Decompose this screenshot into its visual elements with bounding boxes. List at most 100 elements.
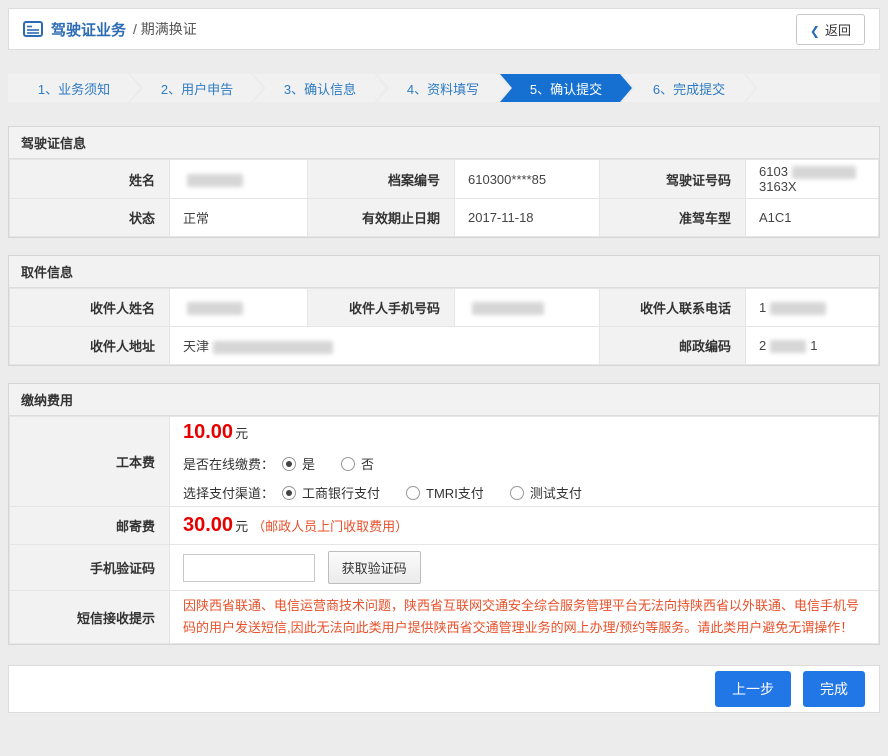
table-row: 邮寄费 30.00元（邮政人员上门收取费用） (10, 507, 879, 545)
sms-code-input[interactable] (183, 554, 315, 582)
postal-code-value: 21 (746, 327, 879, 365)
postage-fee-cell: 30.00元（邮政人员上门收取费用） (170, 507, 879, 545)
recipient-name-value (170, 289, 308, 327)
step-label: 1、业务须知 (38, 79, 110, 98)
sms-code-cell: 获取验证码 (170, 545, 879, 591)
license-no-value: 61033163X (746, 160, 879, 199)
step-label: 3、确认信息 (284, 79, 356, 98)
phone-prefix: 1 (759, 300, 766, 315)
back-button[interactable]: ❮ 返回 (796, 14, 865, 45)
table-row: 收件人姓名 收件人手机号码 收件人联系电话 1 (10, 289, 879, 327)
section-pickup-info: 取件信息 收件人姓名 收件人手机号码 收件人联系电话 1 收件人地址 天津 邮政… (8, 255, 880, 366)
sms-tip-text: 因陕西省联通、电信运营商技术问题，陕西省互联网交通安全综合服务管理平台无法向持陕… (183, 595, 870, 639)
section-title-license: 驾驶证信息 (9, 127, 879, 159)
status-label: 状态 (10, 199, 170, 237)
fees-table: 工本费 10.00元 是否在线缴费： 是 否 选择支付渠道： 工商银行支付 TM… (9, 416, 879, 644)
back-chevron-icon: ❮ (810, 24, 820, 38)
table-row: 手机验证码 获取验证码 (10, 545, 879, 591)
radio-channel-tmri[interactable]: TMRI支付 (406, 483, 484, 502)
yuan-unit: 元 (235, 519, 248, 534)
radio-pay-online-no[interactable]: 否 (341, 454, 374, 473)
step-6-complete-submit[interactable]: 6、完成提交 (623, 74, 755, 102)
table-row: 状态 正常 有效期止日期 2017-11-18 准驾车型 A1C1 (10, 199, 879, 237)
radio-icon (510, 486, 524, 500)
step-wizard: 1、业务须知 2、用户申告 3、确认信息 4、资料填写 5、确认提交 6、完成提… (8, 74, 880, 102)
address-value: 天津 (170, 327, 600, 365)
step-5-confirm-submit[interactable]: 5、确认提交 (500, 74, 632, 102)
table-row: 姓名 档案编号 610300****85 驾驶证号码 61033163X (10, 160, 879, 199)
redacted-license-no (792, 166, 856, 179)
radio-label: 测试支付 (530, 483, 582, 502)
postal-prefix: 2 (759, 338, 766, 353)
radio-channel-test[interactable]: 测试支付 (510, 483, 582, 502)
recipient-mobile-value (455, 289, 600, 327)
step-label: 4、资料填写 (407, 79, 479, 98)
name-label: 姓名 (10, 160, 170, 199)
previous-step-button[interactable]: 上一步 (715, 671, 791, 707)
redacted-recipient-name (187, 302, 243, 315)
recipient-name-label: 收件人姓名 (10, 289, 170, 327)
yuan-unit: 元 (235, 426, 248, 441)
radio-channel-icbc[interactable]: 工商银行支付 (282, 483, 380, 502)
step-4-fill-info[interactable]: 4、资料填写 (377, 74, 509, 102)
pay-channel-row: 选择支付渠道： 工商银行支付 TMRI支付 测试支付 (183, 483, 870, 502)
redacted-postal (770, 340, 806, 353)
step-bar-filler (746, 74, 880, 102)
address-label: 收件人地址 (10, 327, 170, 365)
radio-icon (341, 457, 355, 471)
radio-icon (282, 486, 296, 500)
postal-code-label: 邮政编码 (600, 327, 746, 365)
name-value (170, 160, 308, 199)
section-license-info: 驾驶证信息 姓名 档案编号 610300****85 驾驶证号码 6103316… (8, 126, 880, 238)
redacted-phone (770, 302, 826, 315)
status-value: 正常 (170, 199, 308, 237)
footer-action-bar: 上一步 完成 (8, 665, 880, 713)
radio-label: TMRI支付 (426, 483, 484, 502)
table-row: 工本费 10.00元 是否在线缴费： 是 否 选择支付渠道： 工商银行支付 TM… (10, 417, 879, 507)
postal-suffix: 1 (810, 338, 817, 353)
page: 驾驶证业务 / 期满换证 ❮ 返回 1、业务须知 2、用户申告 3、确认信息 4、… (0, 0, 888, 756)
step-3-confirm-info[interactable]: 3、确认信息 (254, 74, 386, 102)
sms-code-label: 手机验证码 (10, 545, 170, 591)
table-row: 收件人地址 天津 邮政编码 21 (10, 327, 879, 365)
production-fee-label: 工本费 (10, 417, 170, 507)
online-pay-question: 是否在线缴费： (183, 454, 274, 473)
file-no-label: 档案编号 (308, 160, 455, 199)
production-fee-number: 10.00 (183, 421, 233, 443)
license-no-label: 驾驶证号码 (600, 160, 746, 199)
radio-icon (282, 457, 296, 471)
page-subtitle: / 期满换证 (133, 19, 197, 39)
step-2-user-declaration[interactable]: 2、用户申告 (131, 74, 263, 102)
step-label: 6、完成提交 (653, 79, 725, 98)
recipient-phone-value: 1 (746, 289, 879, 327)
expiry-value: 2017-11-18 (455, 199, 600, 237)
pay-channel-question: 选择支付渠道： (183, 483, 274, 502)
postage-fee-label: 邮寄费 (10, 507, 170, 545)
radio-icon (406, 486, 420, 500)
recipient-phone-label: 收件人联系电话 (600, 289, 746, 327)
recipient-mobile-label: 收件人手机号码 (308, 289, 455, 327)
page-title: 驾驶证业务 (51, 19, 126, 40)
license-no-suffix: 3163X (759, 179, 797, 194)
get-code-button[interactable]: 获取验证码 (328, 551, 421, 584)
license-no-prefix: 6103 (759, 164, 788, 179)
sms-tip-label: 短信接收提示 (10, 591, 170, 644)
pickup-info-table: 收件人姓名 收件人手机号码 收件人联系电话 1 收件人地址 天津 邮政编码 21 (9, 288, 879, 365)
radio-pay-online-yes[interactable]: 是 (282, 454, 315, 473)
online-pay-question-row: 是否在线缴费： 是 否 (183, 454, 870, 473)
vehicle-type-label: 准驾车型 (600, 199, 746, 237)
step-label: 2、用户申告 (161, 79, 233, 98)
step-label: 5、确认提交 (530, 79, 602, 98)
radio-label: 否 (361, 454, 374, 473)
step-1-business-notice[interactable]: 1、业务须知 (8, 74, 140, 102)
back-label: 返回 (825, 23, 851, 38)
section-title-fees: 缴纳费用 (9, 384, 879, 416)
page-header: 驾驶证业务 / 期满换证 ❮ 返回 (8, 8, 880, 50)
finish-button[interactable]: 完成 (803, 671, 865, 707)
production-fee-amount: 10.00元 (183, 421, 870, 444)
sms-tip-cell: 因陕西省联通、电信运营商技术问题，陕西省互联网交通安全综合服务管理平台无法向持陕… (170, 591, 879, 644)
radio-label: 是 (302, 454, 315, 473)
vehicle-type-value: A1C1 (746, 199, 879, 237)
production-fee-cell: 10.00元 是否在线缴费： 是 否 选择支付渠道： 工商银行支付 TMRI支付… (170, 417, 879, 507)
section-fees: 缴纳费用 工本费 10.00元 是否在线缴费： 是 否 选择支付渠道： 工 (8, 383, 880, 645)
